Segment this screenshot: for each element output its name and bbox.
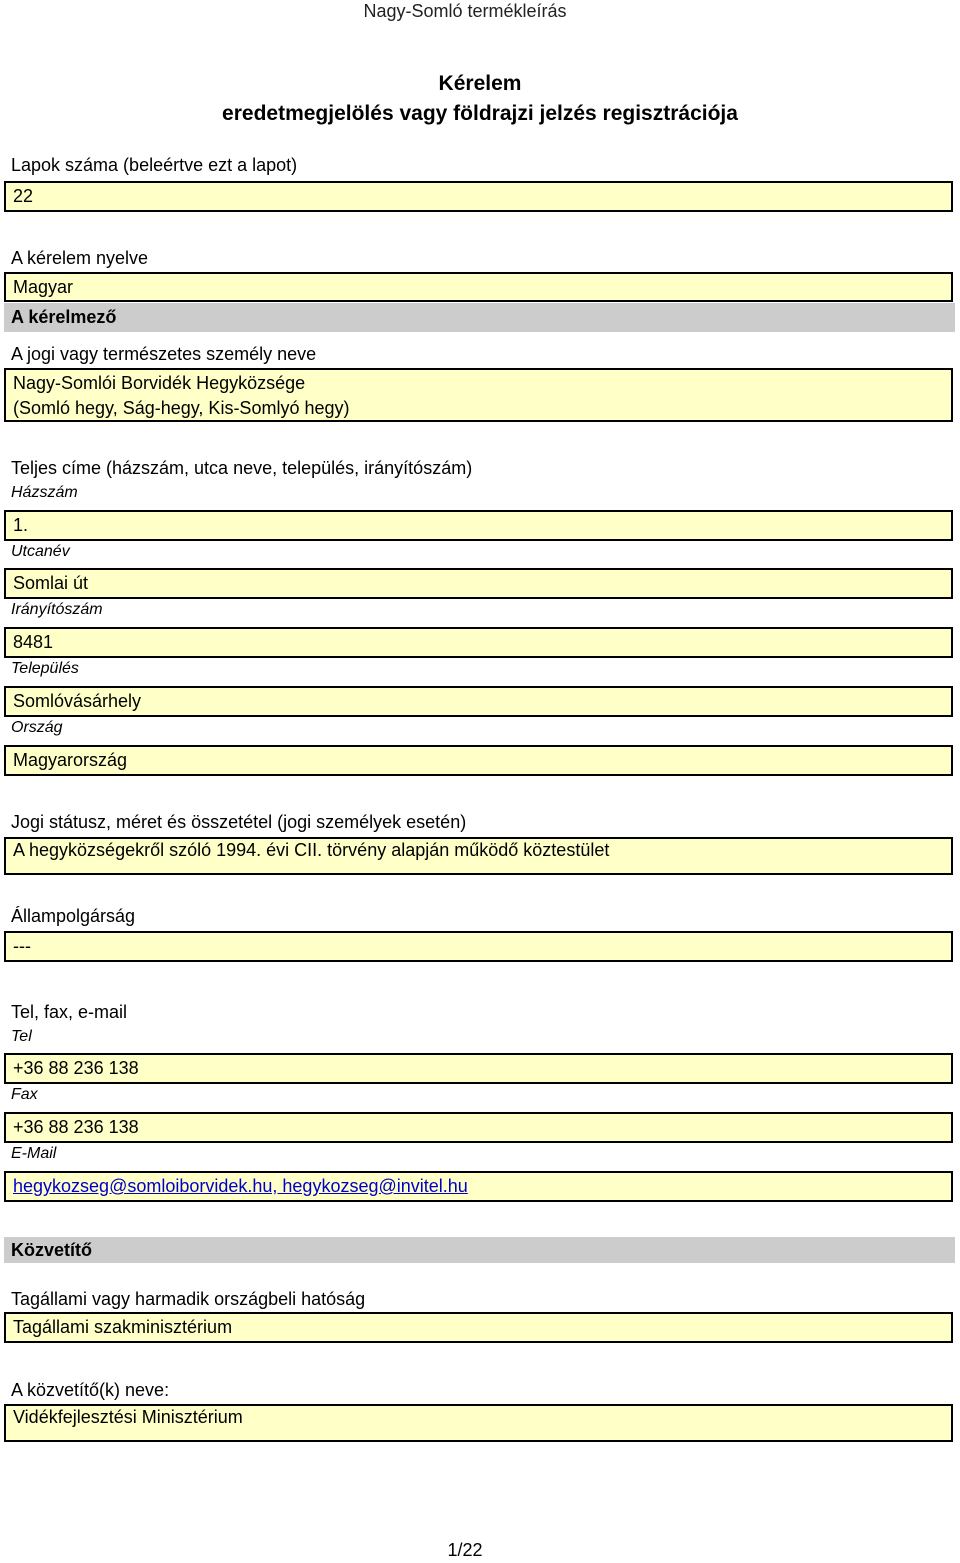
- house-number-field[interactable]: 1.: [4, 510, 953, 541]
- citizenship-label: Állampolgárság: [11, 906, 136, 926]
- page-number: 1/22: [447, 1540, 483, 1560]
- applicant-name-label: A jogi vagy természetes személy neve: [11, 344, 317, 364]
- tel-field[interactable]: +36 88 236 138: [4, 1053, 953, 1084]
- contact-label: Tel, fax, e-mail: [11, 1002, 128, 1022]
- form-title: Kérelem: [438, 72, 522, 95]
- form-subtitle: eredetmegjelölés vagy földrajzi jelzés r…: [222, 102, 738, 125]
- street-field[interactable]: Somlai út: [4, 568, 953, 599]
- email-link[interactable]: hegykozseg@somloiborvidek.hu, hegykozseg…: [13, 1176, 468, 1197]
- tel-label: Tel: [11, 1028, 32, 1045]
- email-label: E-Mail: [11, 1145, 57, 1162]
- country-label: Ország: [11, 719, 63, 736]
- house-number-label: Házszám: [11, 484, 78, 501]
- address-label: Teljes címe (házszám, utca neve, települ…: [11, 458, 473, 478]
- intermediary-section-header: Közvetítő: [4, 1237, 955, 1263]
- country-field[interactable]: Magyarország: [4, 745, 953, 776]
- zip-field[interactable]: 8481: [4, 627, 953, 658]
- applicant-name-line2: (Somló hegy, Ság-hegy, Kis-Somlyó hegy): [13, 398, 350, 418]
- fax-label: Fax: [11, 1086, 38, 1103]
- pages-field[interactable]: 22: [4, 181, 953, 212]
- applicant-name-field[interactable]: Nagy-Somlói Borvidék Hegyközsége (Somló …: [4, 368, 953, 422]
- authority-label: Tagállami vagy harmadik országbeli hatós…: [11, 1289, 366, 1309]
- fax-field[interactable]: +36 88 236 138: [4, 1112, 953, 1143]
- email-field: hegykozseg@somloiborvidek.hu, hegykozseg…: [4, 1171, 953, 1202]
- intermediary-name-field[interactable]: Vidékfejlesztési Minisztérium: [4, 1404, 953, 1442]
- legal-status-label: Jogi státusz, méret és összetétel (jogi …: [11, 812, 467, 832]
- city-label: Település: [11, 660, 79, 677]
- document-header: Nagy-Somló termékleírás: [363, 1, 567, 21]
- citizenship-field[interactable]: ---: [4, 931, 953, 962]
- applicant-name-line1: Nagy-Somlói Borvidék Hegyközsége: [13, 373, 306, 393]
- zip-label: Irányítószám: [11, 601, 103, 618]
- pages-label: Lapok száma (beleértve ezt a lapot): [11, 155, 298, 175]
- intermediary-name-label: A közvetítő(k) neve:: [11, 1380, 170, 1400]
- authority-field[interactable]: Tagállami szakminisztérium: [4, 1312, 953, 1343]
- language-field[interactable]: Magyar: [4, 272, 953, 302]
- language-label: A kérelem nyelve: [11, 248, 149, 268]
- street-label: Utcanév: [11, 543, 70, 560]
- city-field[interactable]: Somlóvásárhely: [4, 686, 953, 717]
- applicant-section-header: A kérelmező: [4, 303, 955, 332]
- legal-status-field[interactable]: A hegyközségekről szóló 1994. évi CII. t…: [4, 837, 953, 875]
